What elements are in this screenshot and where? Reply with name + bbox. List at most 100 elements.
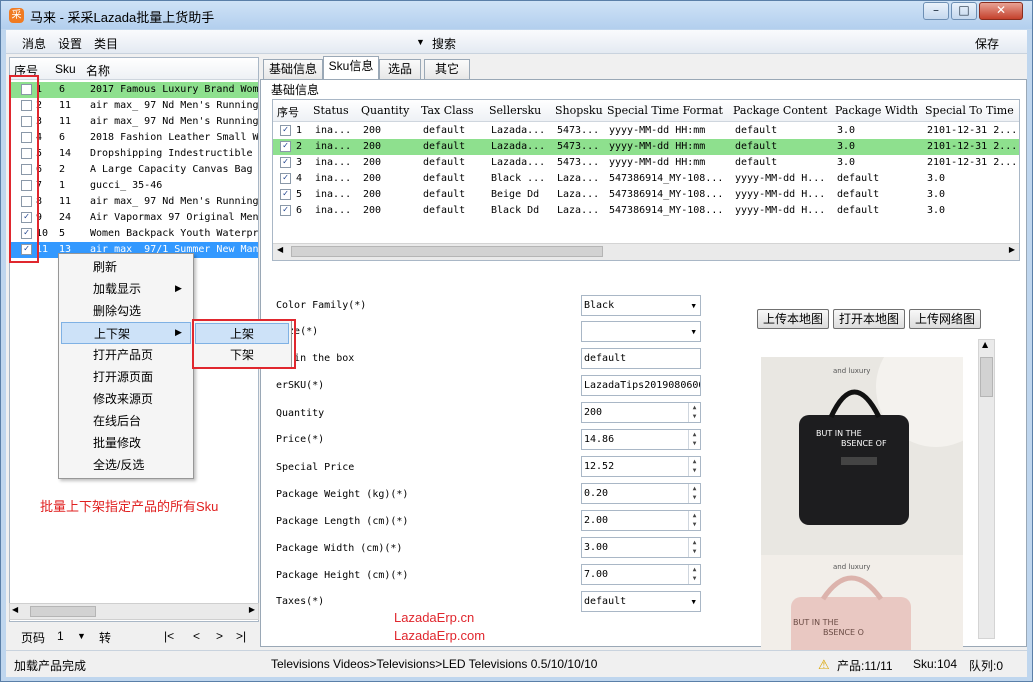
package-length-spinner-icon[interactable]: ▲ ▼ bbox=[688, 511, 700, 530]
size-field[interactable] bbox=[581, 321, 701, 342]
color-family-field[interactable]: Black bbox=[581, 295, 701, 316]
context-menu-item[interactable]: 上下架 bbox=[61, 322, 191, 344]
header-name[interactable]: 名称 bbox=[86, 62, 110, 79]
table-row[interactable]: ✓ 4 ina... 200 default Black ... Laza... 547386… bbox=[273, 171, 1019, 187]
table-row[interactable]: 7 1 gucci_ 35-46 bbox=[10, 178, 258, 194]
row-checkbox[interactable]: ✓ bbox=[280, 157, 291, 168]
grid-cell-to-time: 2101-12-31 2... bbox=[927, 157, 1018, 168]
context-menu-item[interactable]: 打开源页面 bbox=[61, 366, 191, 388]
page-number-select[interactable]: 1 bbox=[57, 629, 64, 643]
grid-header-cell[interactable]: Quantity bbox=[361, 104, 409, 117]
row-checkbox[interactable]: ✓ bbox=[280, 141, 291, 152]
tab-other[interactable]: 其它 bbox=[424, 59, 470, 79]
next-page-button[interactable]: > bbox=[216, 629, 223, 643]
save-button[interactable]: 保存 bbox=[975, 35, 999, 52]
grid-header-cell[interactable]: Tax Class bbox=[421, 104, 474, 117]
table-row[interactable]: 62A Large Capacity Canvas Bag bbox=[10, 162, 258, 178]
row-checkbox[interactable]: ✓ bbox=[280, 173, 291, 184]
package-weight-spinner-icon[interactable]: ▲ ▼ bbox=[688, 484, 700, 503]
context-menu-item[interactable]: 修改来源页 bbox=[61, 388, 191, 410]
whats-in-box-field[interactable]: default bbox=[581, 348, 701, 369]
search-button[interactable]: 搜索 bbox=[432, 35, 456, 52]
table-row[interactable]: 2 11 air max_ 97 Nd Men's Running bbox=[10, 98, 258, 114]
table-row[interactable]: 8 11 air max_ 97 Nd Men's Running bbox=[10, 194, 258, 210]
table-row[interactable]: ✓ 1 ina... 200 default Lazada... 5473... yyyy-M… bbox=[273, 123, 1019, 139]
context-menu-item[interactable]: 删除勾选 bbox=[61, 300, 191, 322]
grid-header-cell[interactable]: Special To Time bbox=[925, 104, 1014, 117]
last-page-button[interactable]: >| bbox=[236, 629, 246, 643]
taxes-field[interactable]: default bbox=[581, 591, 701, 612]
upload-local-image-button[interactable]: 上传本地图 bbox=[757, 309, 829, 329]
table-row[interactable]: 3 11 air max_ 97 Nd Men's Running bbox=[10, 114, 258, 130]
package-height-spinner-icon[interactable]: ▲ ▼ bbox=[688, 565, 700, 584]
grid-header-cell[interactable]: Package Content bbox=[733, 104, 827, 117]
watermark-line-1: LazadaErp.cn bbox=[394, 610, 475, 625]
table-row[interactable]: ✓ 6 ina... 200 default Black Dd Laza... 5473869… bbox=[273, 203, 1019, 219]
special-price-field[interactable]: 12.52 ▲ ▼ bbox=[581, 456, 701, 477]
table-row[interactable]: ✓ 2 ina... 200 default Lazada... 5473... yyyy-M… bbox=[273, 139, 1019, 155]
row-checkbox[interactable]: ✓ bbox=[280, 205, 291, 216]
grid-header-cell[interactable]: Package Width bbox=[835, 104, 918, 117]
table-row[interactable]: ✓ 5 ina... 200 default Beige Dd Laza... 5473869… bbox=[273, 187, 1019, 203]
special-price-spinner-icon[interactable]: ▲ ▼ bbox=[688, 457, 700, 476]
grid-header-cell[interactable]: Special Time Format bbox=[607, 104, 723, 117]
quantity-spinner-icon[interactable]: ▲ ▼ bbox=[688, 403, 700, 422]
menu-messages[interactable]: 消息 bbox=[22, 35, 46, 52]
context-menu-item[interactable]: 刷新 bbox=[61, 256, 191, 278]
grid-header-cell[interactable]: 序号 bbox=[277, 104, 299, 120]
image-vscrollbar[interactable]: ▲ bbox=[978, 339, 995, 639]
row-checkbox[interactable]: ✓ bbox=[280, 125, 291, 136]
sku-grid-hscrollbar[interactable]: ◀ ▶ bbox=[273, 243, 1019, 260]
minimize-button[interactable]: – bbox=[923, 2, 949, 20]
prev-page-button[interactable]: < bbox=[193, 629, 200, 643]
grid-header-cell[interactable]: Status bbox=[313, 104, 349, 117]
product-image[interactable]: and luxury BUT IN THE BSENCE OF and luxu… bbox=[761, 357, 963, 667]
go-button[interactable]: 转 bbox=[99, 629, 111, 646]
table-row[interactable]: ✓ 10 5 Women Backpack Youth Waterpr bbox=[10, 226, 258, 242]
price-field[interactable]: 14.86 ▲ ▼ bbox=[581, 429, 701, 450]
package-length-field[interactable]: 2.00 ▲ ▼ bbox=[581, 510, 701, 531]
grid-header-cell[interactable]: Sellersku bbox=[489, 104, 541, 117]
product-list-hscrollbar[interactable]: ◀ ▶ bbox=[9, 603, 259, 620]
context-menu-item[interactable]: 全选/反选 bbox=[61, 454, 191, 476]
row-checkbox[interactable]: ✓ bbox=[280, 189, 291, 200]
grid-cell-width: 3.0 bbox=[837, 157, 856, 168]
product-image-gallery[interactable]: and luxury BUT IN THE BSENCE OF and luxu… bbox=[761, 357, 963, 667]
first-page-button[interactable]: |< bbox=[164, 629, 174, 643]
grid-cell-time-format: 547386914_MY-108... bbox=[609, 189, 724, 200]
close-button[interactable]: ✕ bbox=[979, 2, 1023, 20]
context-menu-item[interactable]: 加载显示 bbox=[61, 278, 191, 300]
package-width-spinner-icon[interactable]: ▲ ▼ bbox=[688, 538, 700, 557]
maximize-button[interactable]: □ bbox=[951, 2, 977, 20]
tab-sku-info[interactable]: Sku信息 bbox=[323, 56, 379, 80]
header-sku[interactable]: Sku bbox=[55, 62, 76, 76]
context-menu-item[interactable]: 打开产品页 bbox=[61, 344, 191, 366]
quantity-field[interactable]: 200 ▲ ▼ bbox=[581, 402, 701, 423]
title-bar[interactable]: 采 马来 - 采采Lazada批量上货助手 – □ ✕ bbox=[1, 1, 1032, 29]
tab-basic-info[interactable]: 基础信息 bbox=[263, 59, 323, 79]
table-row[interactable]: 5 14 Dropshipping Indestructible bbox=[10, 146, 258, 162]
table-row[interactable]: ✓ 9 24 Air Vapormax 97 Original Men bbox=[10, 210, 258, 226]
sellersku-field[interactable]: LazadaTips2019080600 bbox=[581, 375, 701, 396]
open-local-image-button[interactable]: 打开本地图 bbox=[833, 309, 905, 329]
context-menu-item[interactable]: 批量修改 bbox=[61, 432, 191, 454]
package-height-field[interactable]: 7.00 ▲ ▼ bbox=[581, 564, 701, 585]
grid-cell-quantity: 200 bbox=[363, 205, 382, 216]
grid-header-cell[interactable]: Shopsku bbox=[555, 104, 603, 117]
table-row[interactable]: ✓ 3 ina... 200 default Lazada... 5473... yyyy-M… bbox=[273, 155, 1019, 171]
grid-cell-content: default bbox=[735, 157, 778, 168]
package-width-field[interactable]: 3.00 ▲ ▼ bbox=[581, 537, 701, 558]
menu-settings[interactable]: 设置 bbox=[58, 35, 82, 52]
table-row[interactable]: 4 6 2018 Fashion Leather Small W bbox=[10, 130, 258, 146]
tab-selection[interactable]: 选品 bbox=[379, 59, 421, 79]
upload-web-image-button[interactable]: 上传网络图 bbox=[909, 309, 981, 329]
package-weight-field[interactable]: 0.20 ▲ ▼ bbox=[581, 483, 701, 504]
search-dropdown-icon[interactable]: ▼ bbox=[416, 37, 425, 47]
context-menu-item[interactable]: 在线后台 bbox=[61, 410, 191, 432]
menu-category[interactable]: 类目 bbox=[94, 35, 118, 52]
page-dropdown-icon[interactable]: ▼ bbox=[77, 631, 86, 641]
sku-grid-header: 序号 Status Quantity Tax Class Sellersku Shopsk… bbox=[273, 100, 1019, 122]
table-row[interactable]: 1 6 2017 Famous Luxury Brand Wom bbox=[10, 82, 258, 98]
price-spinner-icon[interactable]: ▲ ▼ bbox=[688, 430, 700, 449]
row-sku-count: 6 bbox=[59, 132, 66, 143]
